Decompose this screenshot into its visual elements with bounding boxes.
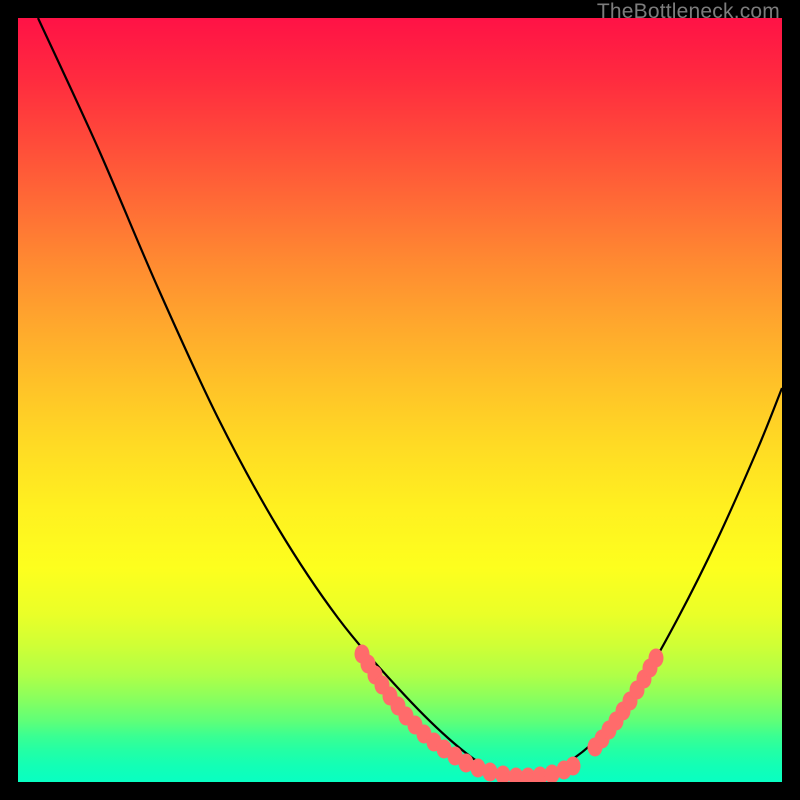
marker-group [355, 645, 664, 783]
curve-svg [18, 18, 782, 782]
plot-area [18, 18, 782, 782]
marker-dot [496, 766, 511, 783]
marker-dot [649, 649, 664, 668]
watermark-text: TheBottleneck.com [597, 0, 780, 24]
chart-frame: TheBottleneck.com [0, 0, 800, 800]
main-curve-line [38, 18, 782, 778]
marker-dot [566, 757, 581, 776]
marker-dot [483, 763, 498, 782]
